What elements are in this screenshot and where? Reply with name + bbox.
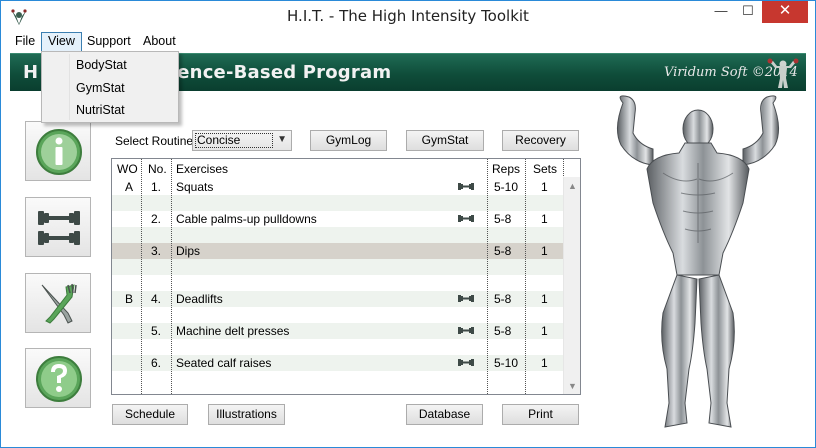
cell-no: 2.: [151, 212, 162, 226]
header-sets: Sets: [533, 162, 558, 176]
dumbbell-icon[interactable]: [458, 326, 474, 335]
menu-item-gymstat[interactable]: GymStat: [76, 81, 125, 95]
routine-select[interactable]: Concise ▼: [192, 130, 292, 151]
table-row[interactable]: A 1. Squats 5-10 1: [112, 179, 564, 195]
table-row[interactable]: 6. Seated calf raises 5-10 1: [112, 355, 564, 371]
exercise-table: WO No. Exercises Reps Sets A 1. Squats 5-10…: [111, 158, 581, 395]
dumbbell-icon[interactable]: [458, 294, 474, 303]
header-no: No.: [148, 162, 167, 176]
table-header: WO No. Exercises Reps Sets: [112, 159, 580, 177]
view-menu-dropdown: BodyStat GymStat NutriStat: [41, 51, 179, 123]
illustrations-button[interactable]: Illustrations: [208, 404, 285, 425]
cell-no: 4.: [151, 292, 162, 306]
cell-exercise: Seated calf raises: [176, 356, 272, 370]
dumbbell-icon[interactable]: [458, 358, 474, 367]
dumbbell-icon[interactable]: [458, 182, 474, 191]
database-button[interactable]: Database: [406, 404, 483, 425]
cell-sets: 1: [541, 180, 548, 194]
menu-view[interactable]: View: [41, 32, 82, 52]
scroll-down-icon[interactable]: ▼: [568, 381, 577, 391]
cell-reps: 5-8: [494, 292, 512, 306]
cell-reps: 5-8: [494, 324, 512, 338]
cell-no: 6.: [151, 356, 162, 370]
close-button[interactable]: ✕: [762, 1, 808, 23]
menu-item-nutristat[interactable]: NutriStat: [76, 103, 125, 117]
cell-exercise: Cable palms-up pulldowns: [176, 212, 317, 226]
info-button[interactable]: [25, 121, 91, 181]
recovery-button[interactable]: Recovery: [502, 130, 579, 151]
bodybuilder-figure: [617, 95, 779, 428]
cell-exercise: Dips: [176, 244, 201, 258]
cell-reps: 5-8: [494, 244, 512, 258]
cell-wo: B: [125, 292, 134, 306]
chevron-down-icon: ▼: [277, 134, 287, 145]
gymlog-button[interactable]: GymLog: [310, 130, 387, 151]
cell-sets: 1: [541, 212, 548, 226]
bodybuilder-logo-icon: [767, 58, 799, 88]
table-row[interactable]: [112, 371, 564, 387]
menu-about[interactable]: About: [137, 32, 182, 52]
table-row[interactable]: [112, 339, 564, 355]
banner-title-end: ence-Based Program: [177, 62, 392, 83]
schedule-button[interactable]: Schedule: [112, 404, 188, 425]
cell-no: 3.: [151, 244, 162, 258]
routine-value: Concise: [195, 133, 273, 148]
table-scrollbar[interactable]: ▲ ▼: [563, 177, 580, 394]
app-window: H.I.T. - The High Intensity Toolkit — ☐ …: [0, 0, 816, 448]
gymstat-button[interactable]: GymStat: [406, 130, 484, 151]
cell-sets: 1: [541, 292, 548, 306]
workout-button[interactable]: [25, 197, 91, 257]
table-row[interactable]: B 4. Deadlifts 5-8 1: [112, 291, 564, 307]
cell-exercise: Squats: [176, 180, 214, 194]
menu-support[interactable]: Support: [81, 32, 137, 52]
window-title: H.I.T. - The High Intensity Toolkit: [287, 7, 529, 25]
menu-bar: File View Support About: [1, 32, 815, 52]
dumbbell-icon: [38, 211, 80, 245]
cell-sets: 1: [541, 244, 548, 258]
cell-reps: 5-10: [494, 356, 519, 370]
cell-no: 5.: [151, 324, 162, 338]
routine-label: Select Routine:: [115, 134, 197, 148]
cell-wo: A: [125, 180, 134, 194]
column-divider: [171, 159, 172, 394]
header-exercises: Exercises: [176, 162, 229, 176]
nutrition-button[interactable]: [25, 273, 91, 333]
table-row[interactable]: 5. Machine delt presses 5-8 1: [112, 323, 564, 339]
menu-icon-gutter: [69, 54, 70, 120]
scroll-up-icon[interactable]: ▲: [568, 181, 577, 191]
cell-no: 1.: [151, 180, 162, 194]
cell-exercise: Machine delt presses: [176, 324, 290, 338]
title-bar: H.I.T. - The High Intensity Toolkit — ☐ …: [1, 1, 815, 32]
fork-knife-icon: [41, 283, 77, 324]
minimize-button[interactable]: —: [708, 1, 734, 23]
table-row[interactable]: 2. Cable palms-up pulldowns 5-8 1: [112, 211, 564, 227]
help-button[interactable]: [25, 348, 91, 408]
table-row[interactable]: [112, 195, 564, 211]
header-reps: Reps: [492, 162, 521, 176]
header-wo: WO: [117, 162, 138, 176]
table-row[interactable]: [112, 275, 564, 291]
cell-sets: 1: [541, 356, 548, 370]
column-divider: [487, 159, 488, 394]
cell-exercise: Deadlifts: [176, 292, 223, 306]
menu-item-bodystat[interactable]: BodyStat: [76, 58, 127, 72]
dumbbell-icon[interactable]: [458, 214, 474, 223]
cell-reps: 5-8: [494, 212, 512, 226]
menu-file[interactable]: File: [9, 32, 41, 52]
table-row[interactable]: [112, 259, 564, 275]
info-icon: [36, 129, 82, 175]
maximize-button[interactable]: ☐: [734, 1, 762, 23]
table-row[interactable]: [112, 307, 564, 323]
help-icon: [36, 356, 82, 402]
print-button[interactable]: Print: [502, 404, 579, 425]
cell-sets: 1: [541, 324, 548, 338]
cell-reps: 5-10: [494, 180, 519, 194]
column-divider: [525, 159, 526, 394]
table-row[interactable]: 3. Dips 5-8 1: [112, 243, 564, 259]
banner-title-start: H: [23, 62, 39, 83]
table-row[interactable]: [112, 227, 564, 243]
column-divider: [141, 159, 142, 394]
